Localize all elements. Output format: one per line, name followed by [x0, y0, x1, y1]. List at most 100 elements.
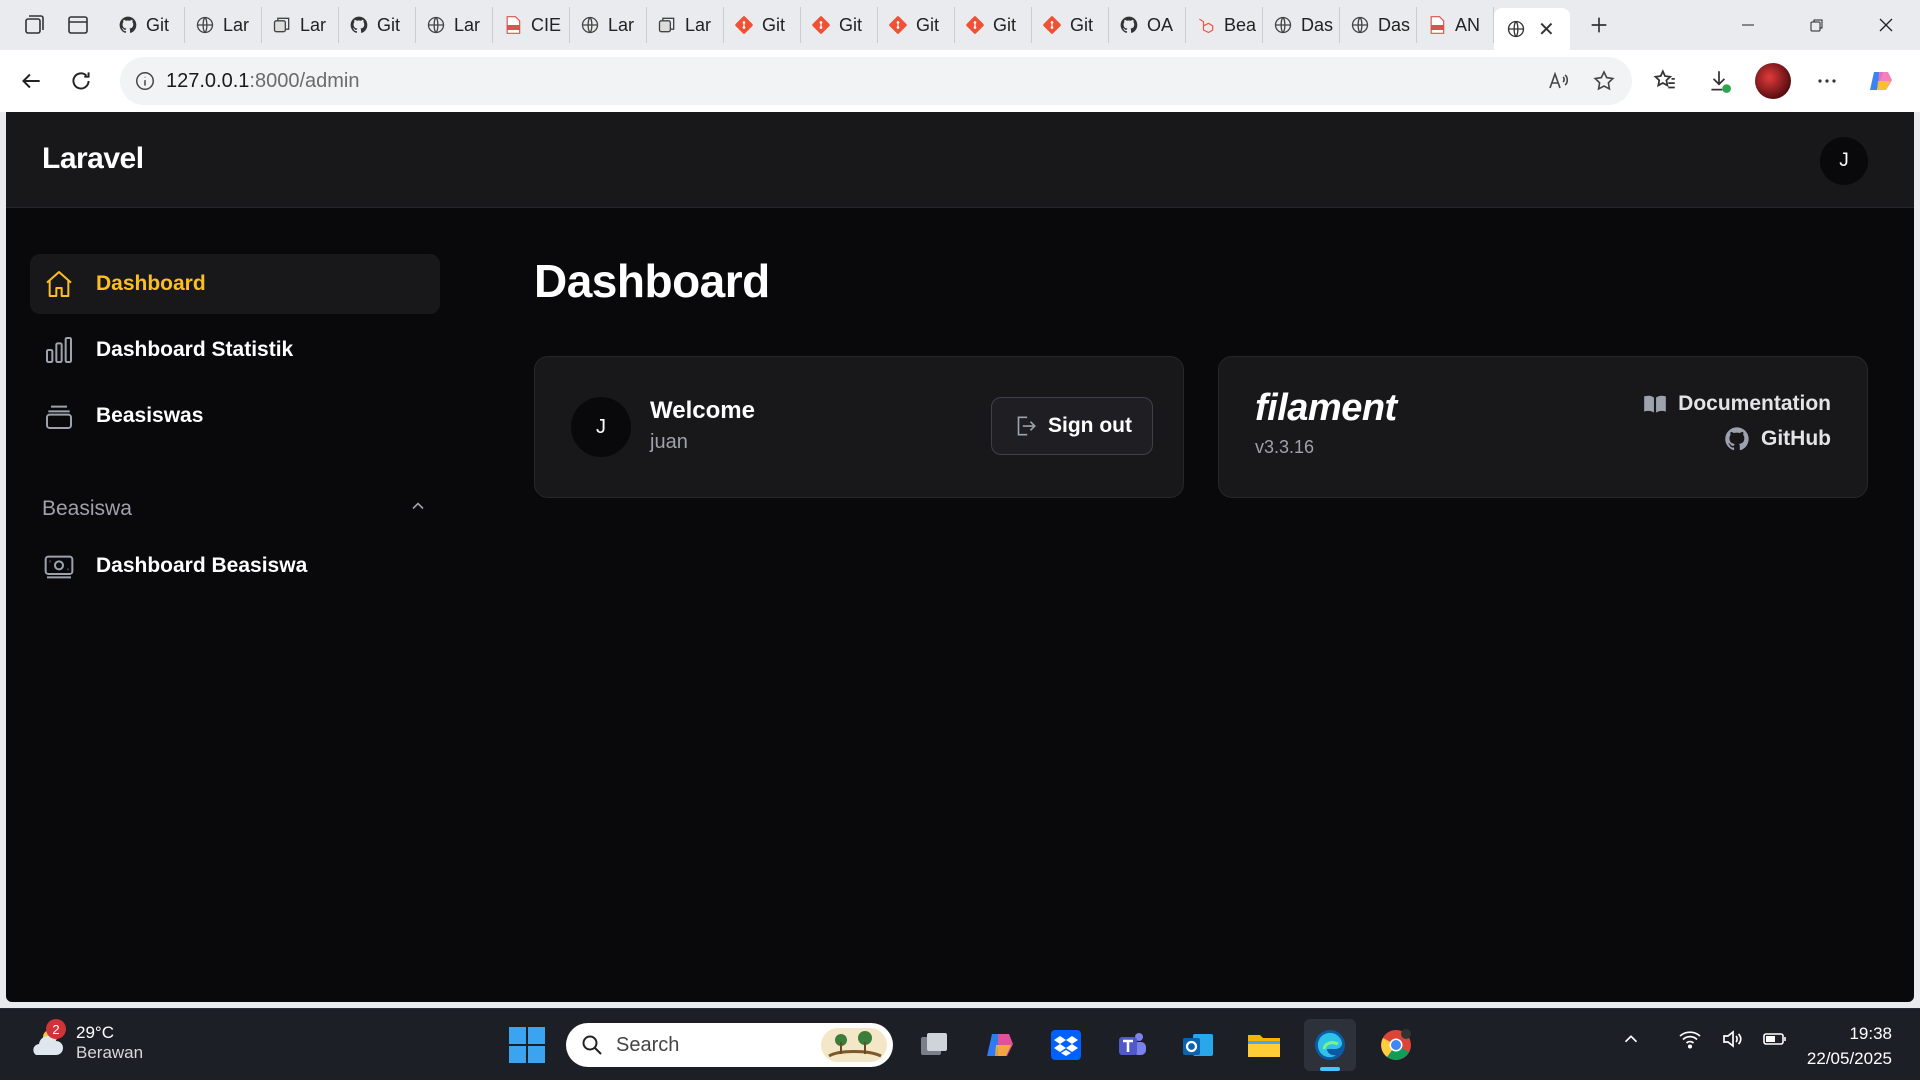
github-label: GitHub	[1761, 427, 1831, 450]
browser-tab[interactable]: Git	[955, 7, 1032, 43]
globe-icon	[1350, 15, 1370, 35]
globe-icon	[580, 15, 600, 35]
github-link[interactable]: GitHub	[1723, 425, 1831, 453]
file-explorer-icon[interactable]	[1238, 1019, 1290, 1071]
welcome-card: J Welcome juan Sign out	[534, 356, 1184, 498]
vertical-tabs-icon[interactable]	[56, 5, 100, 45]
new-tab-button[interactable]	[1576, 5, 1622, 45]
browser-tab[interactable]: Bea	[1186, 7, 1263, 43]
tab-label: Das	[1301, 14, 1334, 35]
search-icon	[580, 1033, 604, 1057]
copilot-icon[interactable]	[1856, 56, 1906, 106]
wifi-icon[interactable]	[1678, 1027, 1702, 1051]
browser-tab[interactable]: Das	[1263, 7, 1340, 43]
edge-browser-icon[interactable]	[1304, 1019, 1356, 1071]
git-icon	[811, 15, 831, 35]
chevron-up-icon[interactable]	[1620, 1028, 1642, 1050]
sidebar-group-beasiswa[interactable]: Beasiswa	[30, 482, 440, 536]
workspaces-icon[interactable]	[12, 5, 56, 45]
read-aloud-icon[interactable]	[1538, 69, 1578, 93]
tab-label: Bea	[1224, 14, 1257, 35]
sidebar-item-dashboard-statistik[interactable]: Dashboard Statistik	[30, 320, 440, 380]
browser-tab[interactable]: Lar	[416, 7, 493, 43]
restore-button[interactable]	[1782, 0, 1851, 50]
sidebar-item-dashboard[interactable]: Dashboard	[30, 254, 440, 314]
url-text[interactable]: 127.0.0.1:8000/admin	[166, 70, 360, 93]
close-window-button[interactable]	[1851, 0, 1920, 50]
browser-tab[interactable]: Lar	[570, 7, 647, 43]
more-menu-icon[interactable]	[1802, 56, 1852, 106]
welcome-username: juan	[650, 431, 688, 453]
favorite-star-icon[interactable]	[1584, 69, 1624, 93]
sidebar-item-label: Dashboard Beasiswa	[96, 554, 308, 577]
weather-temperature: 29°C	[76, 1023, 114, 1042]
browser-tab[interactable]: Git	[339, 7, 416, 43]
tab-label: Git	[1070, 14, 1094, 35]
tab-label: Lar	[223, 14, 250, 35]
dropbox-icon[interactable]	[1040, 1019, 1092, 1071]
browser-tab[interactable]: Das	[1340, 7, 1417, 43]
filament-version: v3.3.16	[1255, 437, 1315, 457]
task-view-icon[interactable]	[908, 1019, 960, 1071]
browser-tab[interactable]: Git	[801, 7, 878, 43]
close-tab-icon[interactable]: ✕	[1538, 17, 1555, 42]
profile-avatar[interactable]	[1748, 56, 1798, 106]
site-info-icon[interactable]	[134, 70, 156, 92]
url-host: 127.0.0.1	[166, 69, 250, 92]
url-path: :8000/admin	[249, 69, 360, 92]
address-bar[interactable]: 127.0.0.1:8000/admin	[120, 57, 1632, 105]
laravel-icon	[1196, 15, 1216, 35]
search-highlight-icon	[821, 1028, 887, 1062]
sign-out-icon	[1012, 413, 1038, 439]
book-icon	[1642, 391, 1668, 417]
git-icon	[888, 15, 908, 35]
sidebar-item-beasiswas[interactable]: Beasiswas	[30, 386, 440, 446]
chevron-up-icon[interactable]	[408, 496, 428, 522]
back-button[interactable]	[6, 56, 56, 106]
browser-tab-strip: Git Lar Lar Git Lar CIE Lar Lar Git Git Git Git Git O…	[0, 0, 1920, 50]
tab-label: Git	[839, 14, 863, 35]
sidebar-item-label: Dashboard	[96, 272, 206, 295]
browser-tab[interactable]: Git	[724, 7, 801, 43]
page-title: Dashboard	[534, 255, 770, 307]
refresh-button[interactable]	[56, 56, 106, 106]
sidebar-item-dashboard-beasiswa[interactable]: Dashboard Beasiswa	[30, 536, 440, 596]
browser-tab[interactable]: Lar	[185, 7, 262, 43]
browser-tab[interactable]: Lar	[647, 7, 724, 43]
favorites-icon[interactable]	[1640, 56, 1690, 106]
taskbar-search-input[interactable]: Search	[566, 1023, 893, 1067]
sidebar-item-label: Dashboard Statistik	[96, 338, 294, 361]
globe-icon	[426, 15, 446, 35]
outlook-icon[interactable]	[1172, 1019, 1224, 1071]
sign-out-button[interactable]: Sign out	[991, 397, 1153, 455]
copilot-app-icon[interactable]	[974, 1019, 1026, 1071]
taskbar-clock[interactable]: 19:38 22/05/2025	[1807, 1021, 1892, 1071]
battery-icon[interactable]	[1762, 1027, 1788, 1051]
downloads-icon[interactable]	[1694, 56, 1744, 106]
tab-active[interactable]: ✕	[1494, 8, 1570, 50]
stack-icon	[42, 399, 76, 433]
teams-icon[interactable]	[1106, 1019, 1158, 1071]
sidebar-group-label: Beasiswa	[42, 497, 132, 520]
browser-tab[interactable]: Git	[1032, 7, 1109, 43]
weather-widget[interactable]: 2 29°C Berawan	[26, 1019, 143, 1063]
minimize-button[interactable]	[1713, 0, 1782, 50]
browser-tab[interactable]: AN	[1417, 7, 1494, 43]
chrome-icon[interactable]	[1370, 1019, 1422, 1071]
tab-label: Git	[146, 14, 170, 35]
browser-tab[interactable]: Git	[108, 7, 185, 43]
browser-tab[interactable]: Lar	[262, 7, 339, 43]
brand-logo[interactable]: Laravel	[42, 142, 144, 176]
browser-toolbar: 127.0.0.1:8000/admin	[0, 50, 1920, 112]
tab-group-icon	[657, 15, 677, 35]
avatar: J	[571, 397, 631, 457]
documentation-link[interactable]: Documentation	[1642, 391, 1831, 417]
user-menu-avatar[interactable]: J	[1820, 137, 1868, 185]
browser-tab[interactable]: Git	[878, 7, 955, 43]
browser-tab[interactable]: CIE	[493, 7, 570, 43]
browser-tab[interactable]: OA	[1109, 7, 1186, 43]
volume-icon[interactable]	[1720, 1027, 1744, 1051]
tab-label: Git	[993, 14, 1017, 35]
windows-start-icon[interactable]	[508, 1026, 546, 1069]
filament-info-card: filament v3.3.16 Documentation GitHub	[1218, 356, 1868, 498]
